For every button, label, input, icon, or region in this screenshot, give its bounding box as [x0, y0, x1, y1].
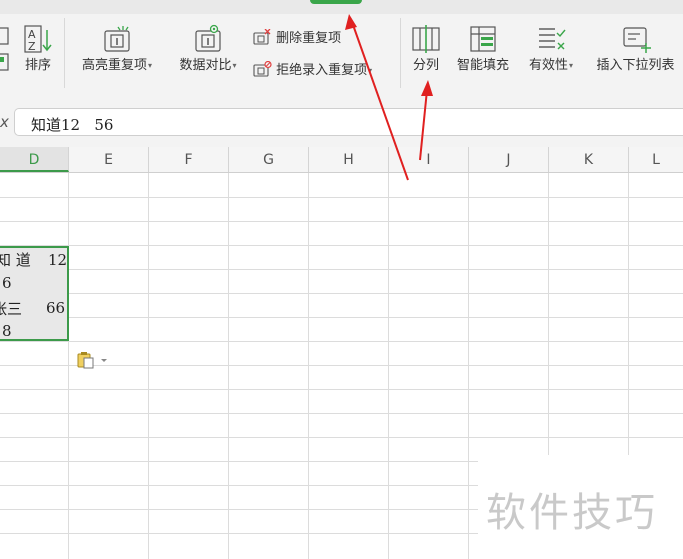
annotation-arrows — [345, 14, 433, 181]
